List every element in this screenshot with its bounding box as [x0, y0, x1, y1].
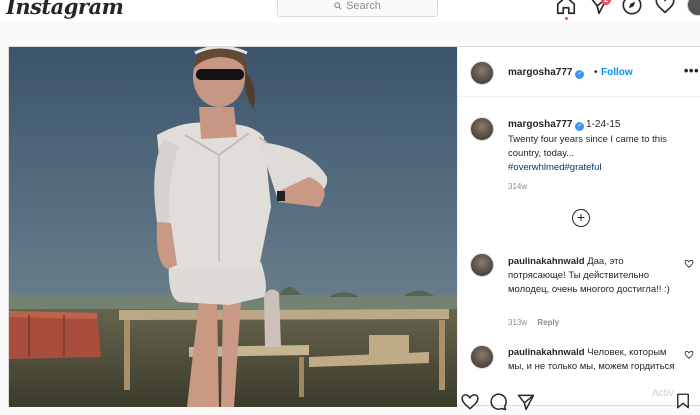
commenter-username[interactable]: paulinakahnwald	[508, 347, 585, 358]
home-notification-dot	[565, 17, 568, 20]
like-heart-icon[interactable]	[460, 392, 480, 412]
caption-date: 1-24-15	[586, 119, 621, 130]
save-button[interactable]	[674, 392, 692, 415]
author-avatar[interactable]	[470, 61, 494, 85]
post-photo[interactable]	[9, 47, 457, 407]
reply-button[interactable]: Reply	[537, 318, 559, 327]
author-username-text: margosha777	[508, 67, 573, 78]
comment-text: paulinakahnwald Человек, которым мы, и н…	[508, 346, 678, 374]
search-placeholder: Search	[346, 0, 381, 12]
home-icon	[556, 0, 576, 15]
search-icon	[334, 2, 342, 10]
bookmark-icon	[677, 393, 689, 409]
header-separator: •	[594, 67, 598, 78]
caption-author-avatar[interactable]	[470, 117, 494, 141]
direct-button[interactable]: 2	[588, 0, 612, 18]
author-username[interactable]: margosha777 ✓	[508, 67, 585, 79]
commenter-avatar[interactable]	[470, 345, 494, 369]
load-more-comments-button[interactable]: +	[572, 209, 590, 227]
post-header: margosha777 ✓ • Follow •••	[458, 47, 700, 97]
share-icon[interactable]	[516, 392, 536, 412]
caption-username[interactable]: margosha777 ✓	[508, 119, 585, 131]
comment-meta: 313w Reply	[508, 318, 559, 327]
more-options-icon[interactable]: •••	[684, 63, 699, 78]
like-comment-heart-icon[interactable]	[684, 259, 694, 269]
compass-icon	[622, 0, 642, 15]
heart-icon	[655, 0, 675, 14]
post-sidebar: margosha777 ✓ • Follow ••• margosha777 ✓ 1…	[457, 47, 700, 407]
caption-username-text: margosha777	[508, 119, 573, 130]
activity-button[interactable]	[654, 0, 678, 18]
verified-icon: ✓	[575, 70, 585, 79]
caption-hashtags[interactable]: #overwhlmed#grateful	[508, 162, 601, 173]
home-button[interactable]	[555, 0, 579, 20]
caption-age: 314w	[508, 182, 528, 191]
caption-text: Twenty four years since I came to this c…	[508, 133, 693, 175]
like-comment-heart-icon[interactable]	[684, 350, 694, 360]
follow-button[interactable]: Follow	[601, 67, 633, 78]
profile-button[interactable]	[687, 0, 700, 18]
windows-activation-watermark: Activ	[652, 388, 674, 399]
instagram-logo[interactable]: Instagram	[6, 0, 124, 19]
top-nav: Instagram Search 2	[0, 0, 700, 22]
caption-body: Twenty four years since I came to this c…	[508, 134, 667, 159]
comment-text: paulinakahnwald Даа, это потрясающе! Ты …	[508, 255, 678, 297]
verified-icon: ✓	[575, 122, 585, 131]
comment-icon[interactable]	[488, 392, 508, 412]
explore-button[interactable]	[621, 0, 645, 18]
post-actions	[460, 392, 536, 412]
profile-avatar	[687, 0, 700, 16]
commenter-username[interactable]: paulinakahnwald	[508, 256, 585, 267]
comment-age: 313w	[508, 318, 528, 327]
search-input[interactable]: Search	[277, 0, 438, 17]
post-card: margosha777 ✓ • Follow ••• margosha777 ✓ 1…	[8, 46, 700, 407]
commenter-avatar[interactable]	[470, 253, 494, 277]
